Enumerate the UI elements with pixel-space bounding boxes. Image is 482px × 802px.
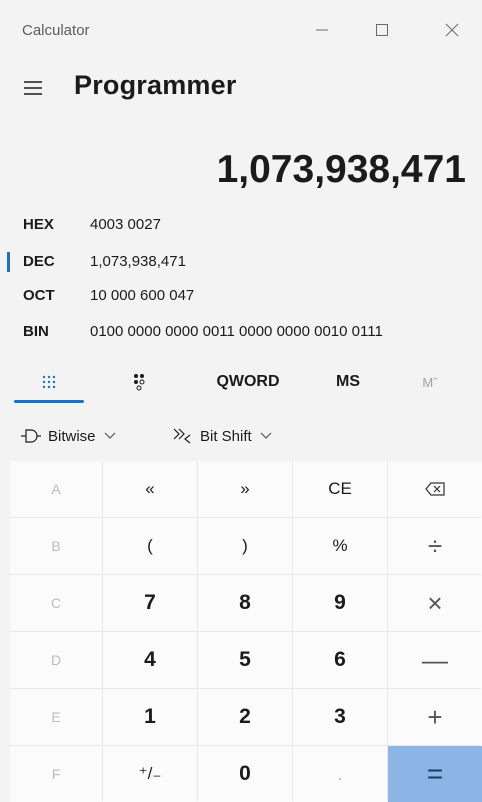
radix-label: HEX — [23, 216, 54, 233]
active-tab-indicator — [14, 400, 84, 403]
key-left-shift[interactable]: « — [103, 461, 197, 517]
radix-row-dec[interactable]: DEC 1,073,938,471 — [0, 246, 482, 278]
key-right-shift[interactable]: » — [198, 461, 292, 517]
key-close-paren[interactable]: ) — [198, 518, 292, 574]
bit-shift-icon — [173, 428, 191, 444]
key-3[interactable]: 3 — [293, 689, 387, 745]
memory-list-button[interactable]: Mˇ — [400, 360, 460, 404]
radix-label: OCT — [23, 287, 55, 304]
key-negate[interactable]: ⁺/₋ — [103, 746, 197, 802]
chevron-down-icon — [260, 432, 272, 439]
key-modulo[interactable]: % — [293, 518, 387, 574]
minimize-button[interactable] — [300, 12, 344, 48]
key-add[interactable]: + — [388, 689, 482, 745]
full-keypad-icon — [42, 375, 56, 389]
radix-label: BIN — [23, 323, 49, 340]
key-7[interactable]: 7 — [103, 575, 197, 631]
keypad-toolbar: QWORD MS Mˇ — [0, 360, 482, 404]
bit-shift-label: Bit Shift — [200, 427, 252, 445]
key-b[interactable]: B — [10, 518, 102, 574]
backspace-icon — [425, 482, 445, 496]
navigation-menu-button[interactable] — [18, 76, 48, 100]
logic-gate-icon — [21, 429, 41, 443]
bitwise-dropdown[interactable]: Bitwise — [20, 416, 116, 456]
maximize-button[interactable] — [360, 12, 404, 48]
bitwise-row: Bitwise Bit Shift — [0, 416, 482, 456]
radix-value: 0100 0000 0000 0011 0000 0000 0010 0111 — [90, 323, 383, 340]
key-6[interactable]: 6 — [293, 632, 387, 688]
key-backspace[interactable] — [388, 461, 482, 517]
key-0[interactable]: 0 — [198, 746, 292, 802]
key-8[interactable]: 8 — [198, 575, 292, 631]
memory-store-button[interactable]: MS — [318, 360, 378, 404]
hamburger-icon — [24, 81, 42, 95]
keypad: A « » CE B ( ) % ÷ C 7 8 9 × D 4 5 6 — E… — [10, 461, 482, 802]
key-a[interactable]: A — [10, 461, 102, 517]
key-4[interactable]: 4 — [103, 632, 197, 688]
title-bar: Calculator — [0, 0, 482, 60]
bit-toggle-keypad-icon — [134, 374, 145, 391]
selected-indicator — [7, 252, 10, 272]
key-9[interactable]: 9 — [293, 575, 387, 631]
key-divide[interactable]: ÷ — [388, 518, 482, 574]
radix-value: 1,073,938,471 — [90, 253, 186, 270]
key-subtract[interactable]: — — [388, 632, 482, 688]
chevron-down-icon — [104, 432, 115, 439]
bit-shift-dropdown[interactable]: Bit Shift — [172, 416, 272, 456]
close-button[interactable] — [430, 12, 474, 48]
key-multiply[interactable]: × — [388, 575, 482, 631]
key-f[interactable]: F — [10, 746, 102, 802]
radix-value: 10 000 600 047 — [90, 287, 195, 304]
radix-row-hex[interactable]: HEX 4003 0027 — [0, 209, 482, 241]
key-c[interactable]: C — [10, 575, 102, 631]
radix-label: DEC — [23, 253, 55, 270]
radix-row-bin[interactable]: BIN 0100 0000 0000 0011 0000 0000 0010 0… — [0, 316, 482, 348]
key-5[interactable]: 5 — [198, 632, 292, 688]
mode-header: Programmer — [0, 64, 482, 112]
bit-toggle-keypad-button[interactable] — [104, 360, 174, 404]
full-keypad-button[interactable] — [14, 360, 84, 404]
key-equals[interactable]: = — [388, 746, 482, 802]
result-display: 1,073,938,471 — [216, 148, 466, 191]
radix-value: 4003 0027 — [90, 216, 161, 233]
key-d[interactable]: D — [10, 632, 102, 688]
minimize-icon — [316, 29, 328, 31]
key-1[interactable]: 1 — [103, 689, 197, 745]
radix-row-oct[interactable]: OCT 10 000 600 047 — [0, 280, 482, 312]
key-clear-entry[interactable]: CE — [293, 461, 387, 517]
bitwise-label: Bitwise — [48, 427, 96, 445]
mode-title: Programmer — [74, 70, 237, 100]
key-e[interactable]: E — [10, 689, 102, 745]
word-size-button[interactable]: QWORD — [200, 360, 296, 404]
key-decimal[interactable]: . — [293, 746, 387, 802]
close-icon — [445, 23, 459, 37]
maximize-icon — [376, 24, 388, 36]
key-2[interactable]: 2 — [198, 689, 292, 745]
key-open-paren[interactable]: ( — [103, 518, 197, 574]
window-title: Calculator — [22, 22, 90, 39]
